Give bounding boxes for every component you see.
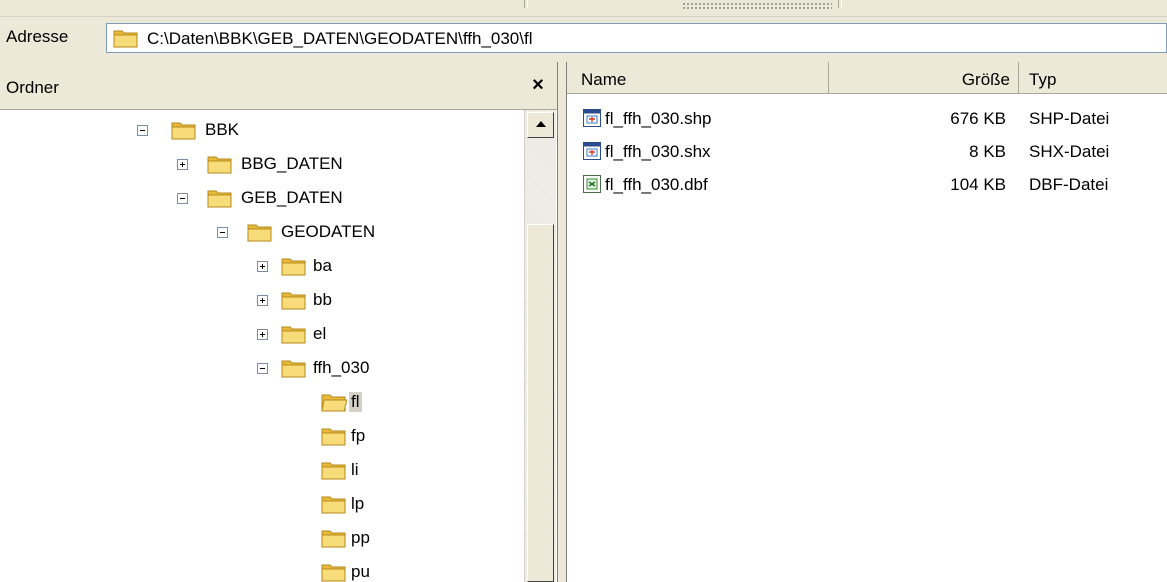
tree-node-label: lp bbox=[351, 494, 365, 513]
folder-icon bbox=[321, 459, 347, 486]
folder-icon bbox=[171, 119, 197, 146]
file-name: fl_ffh_030.shx bbox=[605, 142, 711, 161]
file-size: 104 KB bbox=[950, 175, 1006, 194]
column-header-label: Typ bbox=[1029, 70, 1057, 89]
folder-icon bbox=[207, 153, 233, 180]
column-header-size[interactable]: Größe bbox=[829, 62, 1019, 94]
file-type: SHX-Datei bbox=[1029, 142, 1110, 161]
collapse-icon[interactable] bbox=[217, 227, 228, 238]
collapse-icon[interactable] bbox=[177, 193, 188, 204]
tree-node-label: fp bbox=[351, 426, 366, 445]
address-path: C:\Daten\BBK\GEB_DATEN\GEODATEN\ffh_030\… bbox=[147, 29, 533, 48]
expand-icon[interactable] bbox=[257, 329, 268, 340]
expand-icon[interactable] bbox=[257, 295, 268, 306]
column-header-type[interactable]: Typ bbox=[1019, 62, 1167, 94]
vertical-scrollbar[interactable] bbox=[524, 110, 556, 582]
scroll-thumb[interactable] bbox=[527, 224, 554, 582]
folder-icon bbox=[321, 425, 347, 452]
arrow-up-icon bbox=[536, 121, 546, 127]
address-bar: Adresse C:\Daten\BBK\GEB_DATEN\GEODATEN\… bbox=[0, 18, 1167, 60]
folder-icon bbox=[281, 323, 307, 350]
tree-node-label: el bbox=[313, 324, 327, 343]
folder-tree: BBK BBG_DATEN GEB_DATEN GEODATEN ba bb e… bbox=[0, 110, 524, 582]
open-folder-icon bbox=[321, 391, 348, 418]
tree-node-label: ffh_030 bbox=[313, 358, 370, 377]
tree-node-label: BBK bbox=[205, 120, 240, 139]
folder-icon bbox=[113, 28, 139, 53]
folder-icon bbox=[321, 561, 347, 582]
folder-icon bbox=[321, 527, 347, 554]
file-name: fl_ffh_030.dbf bbox=[605, 175, 708, 194]
column-header-label: Größe bbox=[961, 70, 1010, 89]
tree-node-label: pu bbox=[351, 562, 370, 581]
shp-file-icon bbox=[583, 109, 601, 132]
dbf-file-icon bbox=[583, 175, 601, 198]
folder-icon bbox=[247, 221, 273, 248]
file-size: 676 KB bbox=[950, 109, 1006, 128]
folders-pane-header: Ordner × bbox=[0, 62, 557, 110]
file-row[interactable]: fl_ffh_030.shp 676 KB SHP-Datei bbox=[567, 104, 1167, 135]
folder-icon bbox=[281, 255, 307, 282]
folder-icon bbox=[281, 357, 307, 384]
tree-node-label: fl bbox=[349, 392, 362, 412]
column-header-name[interactable]: Name bbox=[567, 62, 829, 94]
folder-icon bbox=[321, 493, 347, 520]
expand-icon[interactable] bbox=[177, 159, 188, 170]
toolbar-grip[interactable] bbox=[682, 2, 832, 10]
tree-node-label: pp bbox=[351, 528, 370, 547]
toolbar-separator bbox=[838, 0, 842, 8]
file-row[interactable]: fl_ffh_030.dbf 104 KB DBF-Datei bbox=[567, 170, 1167, 201]
file-size: 8 KB bbox=[969, 142, 1006, 161]
folder-icon bbox=[281, 289, 307, 316]
folders-pane: Ordner × BBK BBG_DATEN GEB_DATEN GEODATE… bbox=[0, 62, 558, 582]
address-label: Adresse bbox=[6, 27, 69, 46]
toolbar-separator bbox=[524, 0, 528, 8]
file-type: SHP-Datei bbox=[1029, 109, 1110, 128]
collapse-icon[interactable] bbox=[257, 363, 268, 374]
folders-pane-title: Ordner bbox=[6, 78, 59, 97]
address-field[interactable]: C:\Daten\BBK\GEB_DATEN\GEODATEN\ffh_030\… bbox=[106, 23, 1167, 53]
file-type: DBF-Datei bbox=[1029, 175, 1109, 194]
folder-icon bbox=[207, 187, 233, 214]
tree-node-label: GEB_DATEN bbox=[241, 188, 343, 207]
tree-node-label: ba bbox=[313, 256, 332, 275]
column-header-label: Name bbox=[581, 70, 627, 89]
tree-node-label: li bbox=[351, 460, 359, 479]
tree-node-label: bb bbox=[313, 290, 332, 309]
tree-node-label: BBG_DATEN bbox=[241, 154, 343, 173]
file-name: fl_ffh_030.shp bbox=[605, 109, 712, 128]
expand-icon[interactable] bbox=[257, 261, 268, 272]
toolbar-strip bbox=[0, 0, 1167, 17]
close-icon[interactable]: × bbox=[527, 74, 549, 96]
shx-file-icon bbox=[583, 142, 601, 165]
collapse-icon[interactable] bbox=[137, 125, 148, 136]
scroll-up-button[interactable] bbox=[527, 112, 554, 138]
tree-node-label: GEODATEN bbox=[281, 222, 376, 241]
file-list-pane: Name Größe Typ fl_ffh_030.shp 676 KB SHP… bbox=[566, 62, 1167, 582]
file-row[interactable]: fl_ffh_030.shx 8 KB SHX-Datei bbox=[567, 137, 1167, 168]
